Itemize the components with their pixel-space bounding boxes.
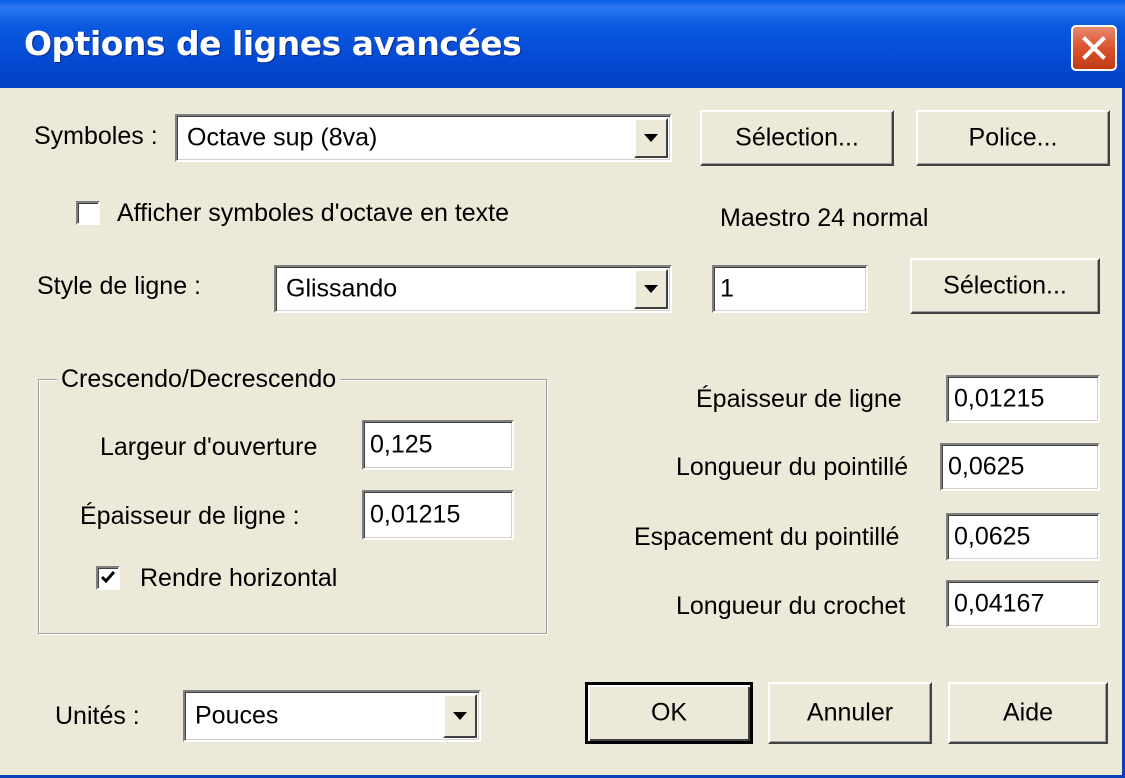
units-dropdown-arrow-icon[interactable] xyxy=(443,694,477,738)
advanced-line-options-dialog: Options de lignes avancées Symboles : Oc… xyxy=(0,0,1125,778)
units-dropdown[interactable]: Pouces xyxy=(183,690,481,742)
hook-length-input[interactable]: 0,04167 xyxy=(946,580,1100,628)
thickness-input[interactable]: 0,01215 xyxy=(946,375,1100,423)
line-style-value-input[interactable]: 1 xyxy=(712,265,868,313)
units-label: Unités : xyxy=(55,702,140,730)
line-style-selected-value: Glissando xyxy=(286,274,398,303)
dialog-title: Options de lignes avancées xyxy=(24,24,522,63)
symbols-select-button[interactable]: Sélection... xyxy=(700,110,894,166)
ok-button[interactable]: OK xyxy=(585,682,753,744)
dash-length-label: Longueur du pointillé xyxy=(676,453,909,481)
font-name-text: Maestro 24 normal xyxy=(720,204,929,232)
checkmark-icon xyxy=(101,571,115,584)
crescendo-line-thickness-label: Épaisseur de ligne : xyxy=(80,502,300,530)
opening-width-input[interactable]: 0,125 xyxy=(362,420,514,470)
line-style-dropdown[interactable]: Glissando xyxy=(274,265,672,313)
hook-length-label: Longueur du crochet xyxy=(676,592,906,620)
octave-text-checkbox[interactable] xyxy=(76,201,100,225)
close-button[interactable] xyxy=(1071,25,1117,71)
crescendo-group-title: Crescendo/Decrescendo xyxy=(57,364,341,394)
horizontal-label[interactable]: Rendre horizontal xyxy=(140,563,337,593)
octave-text-label[interactable]: Afficher symboles d'octave en texte xyxy=(117,198,509,228)
symbols-label: Symboles : xyxy=(34,122,158,150)
line-style-label: Style de ligne : xyxy=(37,272,201,300)
thickness-label: Épaisseur de ligne xyxy=(696,385,902,413)
opening-width-label: Largeur d'ouverture xyxy=(100,433,318,461)
title-bar[interactable]: Options de lignes avancées xyxy=(0,0,1125,88)
cancel-button[interactable]: Annuler xyxy=(768,682,932,744)
horizontal-checkbox[interactable] xyxy=(96,566,120,590)
dash-spacing-input[interactable]: 0,0625 xyxy=(946,513,1100,561)
symbols-dropdown[interactable]: Octave sup (8va) xyxy=(175,114,672,162)
units-selected-value: Pouces xyxy=(195,701,279,730)
symbols-selected-value: Octave sup (8va) xyxy=(187,123,378,152)
font-button[interactable]: Police... xyxy=(916,110,1110,166)
dash-length-input[interactable]: 0,0625 xyxy=(940,443,1100,491)
help-button[interactable]: Aide xyxy=(948,682,1108,744)
crescendo-line-thickness-input[interactable]: 0,01215 xyxy=(362,490,514,540)
symbols-dropdown-arrow-icon[interactable] xyxy=(634,118,668,158)
line-style-select-button[interactable]: Sélection... xyxy=(910,258,1100,314)
dash-spacing-label: Espacement du pointillé xyxy=(634,523,900,551)
close-icon xyxy=(1082,36,1106,60)
line-style-dropdown-arrow-icon[interactable] xyxy=(634,269,668,309)
